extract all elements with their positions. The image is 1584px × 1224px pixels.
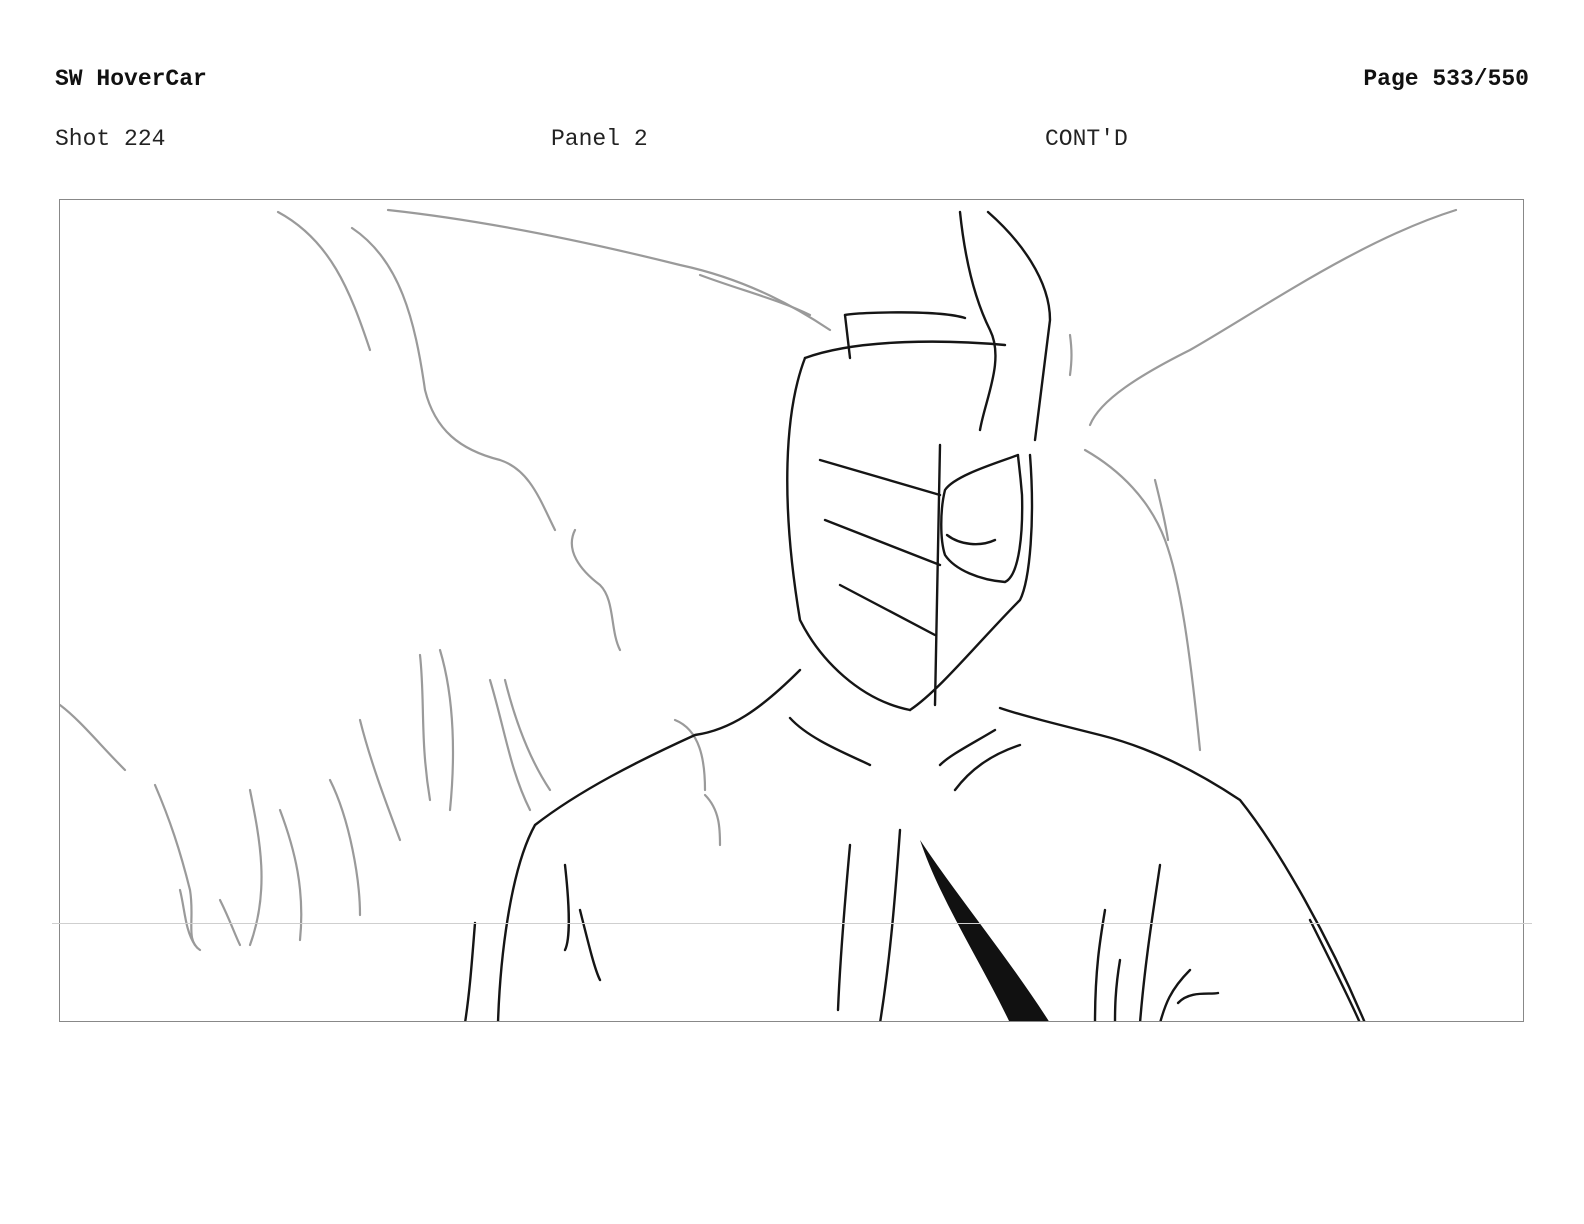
- chest-strap-sketch: [920, 840, 1049, 1021]
- horizon-guide-line: [52, 923, 1532, 924]
- continued-label: CONT'D: [1045, 126, 1128, 152]
- right-wing-sketch: [1068, 208, 1458, 752]
- left-wing-sketch: [60, 208, 832, 952]
- project-title: SW HoverCar: [55, 66, 207, 92]
- storyboard-panel-frame: [59, 199, 1524, 1022]
- storyboard-sketch: [60, 208, 1458, 1021]
- shot-number: Shot 224: [55, 126, 166, 152]
- page-number: Page 533/550: [1363, 66, 1529, 92]
- panel-number: Panel 2: [551, 126, 648, 152]
- character-sketch: [464, 210, 1366, 1021]
